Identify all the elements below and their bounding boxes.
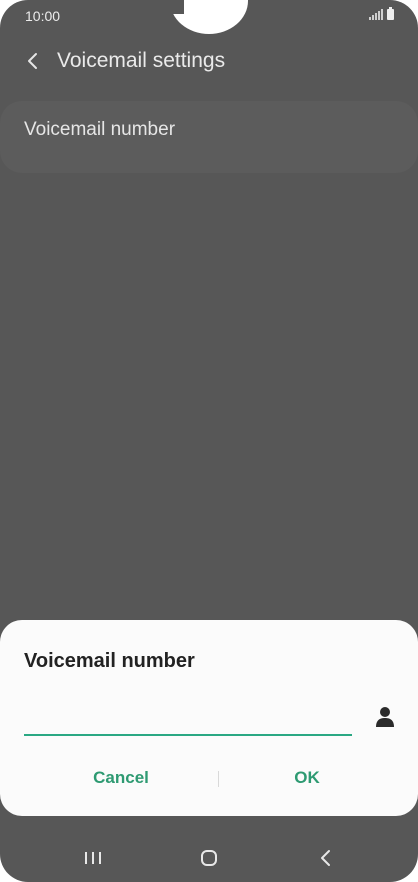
phone-screen: 10:00 Voicemail settings Voicemail numbe…: [0, 0, 418, 882]
chevron-left-icon: [28, 53, 37, 69]
home-button[interactable]: [195, 846, 223, 870]
settings-item-label: Voicemail number: [24, 119, 176, 140]
back-button[interactable]: [18, 46, 48, 76]
voicemail-number-dialog: Voicemail number Cancel OK: [0, 620, 418, 816]
ok-button[interactable]: OK: [210, 763, 404, 793]
voicemail-number-input[interactable]: [24, 702, 352, 736]
recent-apps-icon: [85, 852, 101, 864]
contacts-button[interactable]: [372, 704, 398, 730]
settings-item-voicemail-number[interactable]: Voicemail number: [0, 101, 418, 173]
battery-icon: [387, 7, 394, 20]
cancel-button[interactable]: Cancel: [24, 763, 218, 793]
status-time: 10:00: [25, 8, 61, 24]
navigation-bar: [0, 832, 418, 882]
nav-back-button[interactable]: [312, 846, 340, 870]
home-icon: [201, 850, 217, 866]
back-icon: [321, 850, 330, 866]
status-icons: [369, 7, 394, 20]
app-header: Voicemail settings: [0, 40, 418, 84]
page-title: Voicemail settings: [57, 49, 226, 72]
signal-icon: [369, 9, 383, 20]
dialog-title: Voicemail number: [24, 650, 195, 672]
contact-person-icon: [376, 707, 394, 727]
recent-apps-button[interactable]: [79, 846, 107, 870]
